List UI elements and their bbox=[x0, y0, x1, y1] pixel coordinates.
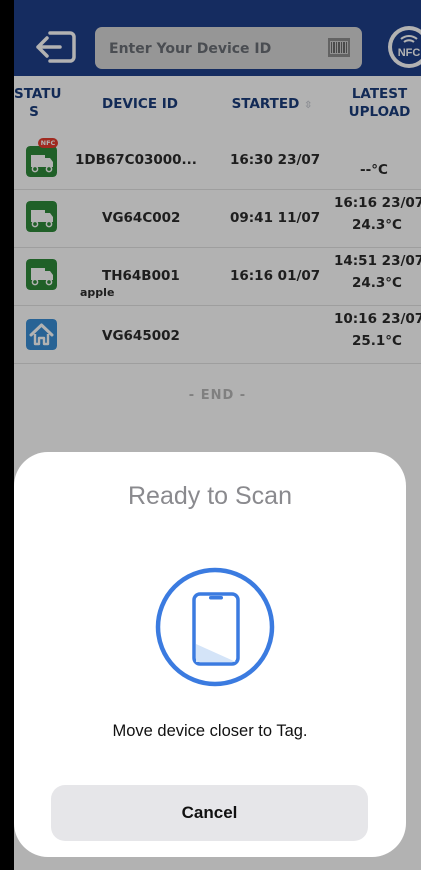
sheet-title: Ready to Scan bbox=[128, 482, 292, 510]
sheet-message: Move device closer to Tag. bbox=[112, 722, 308, 740]
nfc-scan-sheet: Ready to Scan Move device closer to Tag.… bbox=[14, 452, 406, 857]
cancel-button[interactable]: Cancel bbox=[51, 785, 368, 841]
phone-scan-icon bbox=[155, 567, 275, 687]
